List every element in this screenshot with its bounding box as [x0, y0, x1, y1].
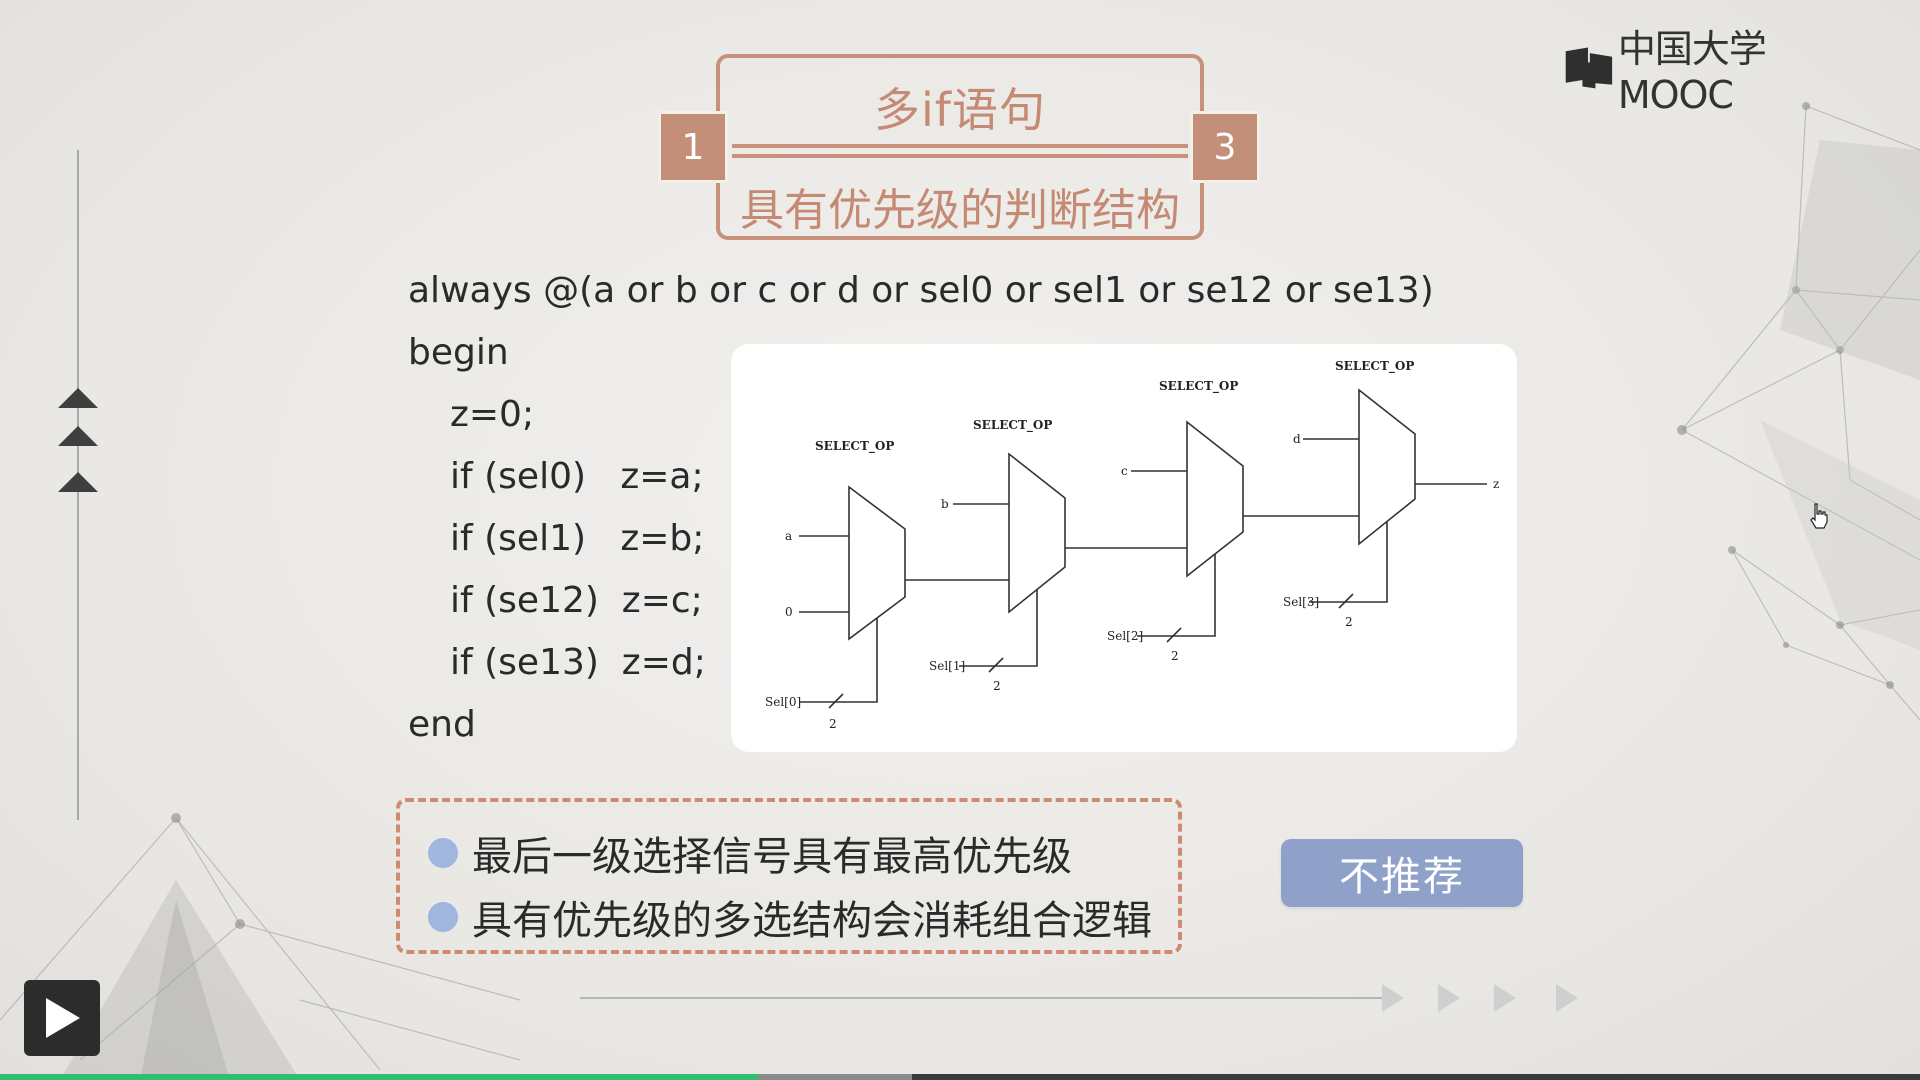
- mux-2-input-b: b: [941, 497, 949, 511]
- mux-4-label: SELECT_OP: [1335, 359, 1414, 374]
- mux-2-sel: Sel[1]: [929, 659, 965, 673]
- bullet-icon: [428, 902, 458, 932]
- mux-3: [1186, 420, 1244, 578]
- mux-2: [1008, 452, 1066, 614]
- mux-1-label: SELECT_OP: [815, 439, 894, 454]
- code-line: if (se12) z=c;: [450, 580, 703, 621]
- section-number-left: 1: [658, 111, 728, 183]
- note-item: 最后一级选择信号具有最高优先级: [428, 824, 1072, 882]
- mux-3-input-c: c: [1121, 464, 1128, 478]
- play-button[interactable]: [24, 980, 100, 1056]
- mux-1-width: 2: [829, 717, 837, 731]
- title-bottom-text: 具有优先级的判断结构: [740, 185, 1180, 236]
- hand-cursor-icon: [1810, 503, 1828, 529]
- code-line: begin: [408, 332, 509, 373]
- mux-4-output-z: z: [1493, 477, 1499, 491]
- code-line: if (sel1) z=b;: [450, 518, 705, 559]
- video-progress-bar[interactable]: [0, 1074, 1920, 1080]
- title-top-text: 多if语句: [874, 83, 1046, 137]
- bullet-icon: [428, 838, 458, 868]
- notes-box: 最后一级选择信号具有最高优先级 具有优先级的多选结构会消耗组合逻辑: [396, 798, 1182, 954]
- note-item: 具有优先级的多选结构会消耗组合逻辑: [428, 888, 1152, 946]
- mux-1-input-a: a: [785, 529, 792, 543]
- mux-3-width: 2: [1171, 649, 1179, 663]
- mooc-logo: 中国大学MOOC: [1562, 27, 1862, 117]
- mux-4-width: 2: [1345, 615, 1353, 629]
- mux-1: [848, 485, 906, 641]
- logo-text: 中国大学MOOC: [1617, 26, 1767, 117]
- book-logo-icon: [1565, 47, 1613, 89]
- mux-2-width: 2: [993, 679, 1001, 693]
- video-slide: 中国大学MOOC 多if语句 具有优先级的判断结构 1 3 always @(a…: [0, 0, 1920, 1080]
- slide-up-arrows-icon: [58, 388, 98, 492]
- progress-fill: [0, 1074, 759, 1080]
- mux-1-input-0: 0: [785, 605, 793, 619]
- mux-3-sel: Sel[2]: [1107, 629, 1143, 643]
- mux-4-sel: Sel[3]: [1283, 595, 1319, 609]
- title-panel: 多if语句 具有优先级的判断结构: [716, 54, 1204, 240]
- mux-1-sel: Sel[0]: [765, 695, 801, 709]
- not-recommended-badge: 不推荐: [1281, 839, 1523, 907]
- mux-4-input-d: d: [1293, 432, 1301, 446]
- code-line: end: [408, 704, 476, 745]
- section-number-right: 3: [1190, 111, 1260, 183]
- mux-2-label: SELECT_OP: [973, 418, 1052, 433]
- title-divider: [732, 140, 1188, 162]
- note-text: 具有优先级的多选结构会消耗组合逻辑: [472, 898, 1152, 944]
- mux-3-label: SELECT_OP: [1159, 379, 1238, 394]
- mux-chain-diagram: SELECT_OP SELECT_OP SELECT_OP SELECT_OP …: [731, 344, 1517, 752]
- note-text: 最后一级选择信号具有最高优先级: [472, 834, 1072, 880]
- code-line: always @(a or b or c or d or sel0 or sel…: [408, 270, 1434, 311]
- code-line: if (se13) z=d;: [450, 642, 706, 683]
- code-line: z=0;: [450, 394, 535, 435]
- play-icon: [46, 998, 80, 1038]
- next-arrows-icon: [580, 984, 1578, 1012]
- code-line: if (sel0) z=a;: [450, 456, 704, 497]
- mux-4: [1358, 388, 1416, 546]
